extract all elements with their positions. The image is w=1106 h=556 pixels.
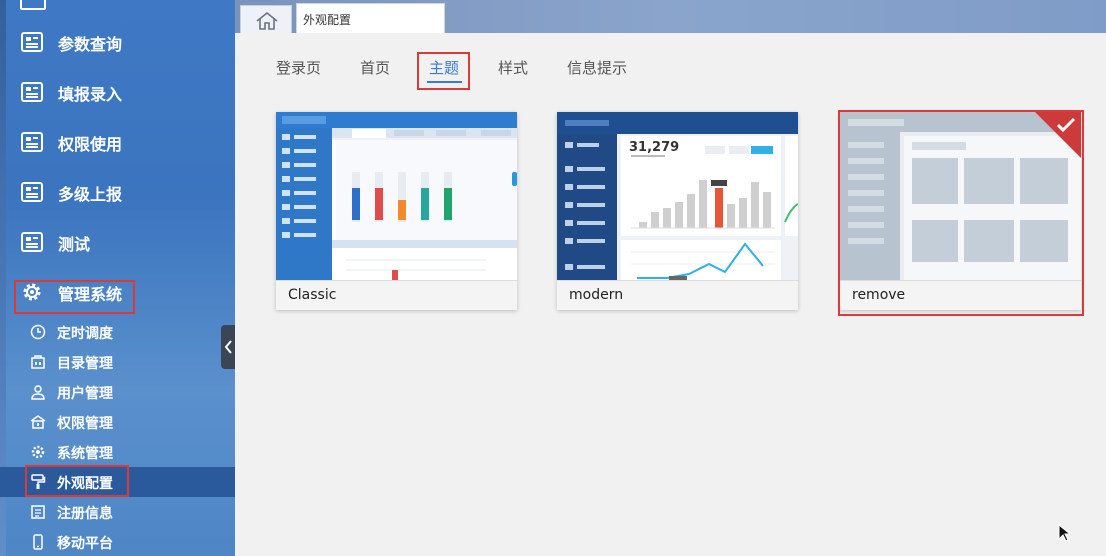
sidebar-subitem-permissions[interactable]: 权限管理 (0, 407, 235, 437)
tab-label: 外观配置 (303, 13, 352, 27)
building-icon (31, 355, 45, 369)
sidebar-collapse-button[interactable] (221, 325, 235, 369)
sidebar-subitem-label: 权限管理 (57, 416, 113, 432)
gear-icon (31, 445, 45, 459)
tab-home[interactable] (240, 5, 292, 33)
sidebar-item-label: 填报录入 (58, 85, 123, 104)
sidebar-subitem-label: 移动平台 (57, 536, 113, 552)
theme-thumbnail-classic (276, 112, 517, 280)
cursor-icon (1058, 524, 1070, 542)
user-icon (31, 385, 45, 400)
sidebar-item-param-query[interactable]: 参数查询 (0, 18, 235, 68)
chevron-left-icon (224, 340, 232, 354)
theme-name-bar: modern (557, 280, 798, 310)
sidebar-item-label: 多级上报 (58, 185, 123, 204)
newspaper-icon (21, 32, 43, 52)
sidebar-item-permission-use[interactable]: 权限使用 (0, 118, 235, 168)
newspaper-icon (21, 82, 43, 102)
sidebar-item-multi-report[interactable]: 多级上报 (0, 168, 235, 218)
theme-thumbnail-modern: 31,279 (557, 112, 798, 280)
highlight-box (417, 52, 470, 90)
sidebar-item-label: 权限使用 (58, 135, 123, 154)
sidebar-subitem-label: 系统管理 (57, 446, 113, 462)
newspaper-icon (21, 132, 43, 152)
theme-name: Classic (288, 287, 337, 303)
tab-appearance-config[interactable]: 外观配置 (296, 3, 445, 33)
sidebar-subitem-label: 用户管理 (57, 386, 113, 402)
mobile-icon (33, 534, 43, 550)
sidebar-subitem-mobile[interactable]: 移动平台 (0, 527, 235, 556)
sidebar-item-test[interactable]: 测试 (0, 218, 235, 268)
subtab-login-page[interactable]: 登录页 (276, 57, 321, 78)
sidebar-subitem-users[interactable]: 用户管理 (0, 377, 235, 407)
highlight-box (838, 110, 1084, 316)
sidebar-subitem-catalog[interactable]: 目录管理 (0, 347, 235, 377)
newspaper-icon (20, 0, 46, 10)
subtab-home-page[interactable]: 首页 (360, 57, 390, 78)
sidebar-subitem-label: 目录管理 (57, 356, 113, 372)
document-icon (31, 505, 45, 519)
sidebar-subitem-registration[interactable]: 注册信息 (0, 497, 235, 527)
newspaper-icon (21, 182, 43, 202)
sidebar-item-label: 参数查询 (58, 35, 123, 54)
theme-name: modern (569, 287, 624, 303)
sidebar: 参数查询 填报录入 权限使用 多级上报 测试 管理系统 定时调度 目录管理 用户… (0, 0, 235, 556)
home-icon (256, 11, 278, 30)
subtab-info-tips[interactable]: 信息提示 (567, 57, 627, 78)
sidebar-subitem-system[interactable]: 系统管理 (0, 437, 235, 467)
theme-name-bar: Classic (276, 280, 517, 310)
newspaper-icon (21, 232, 43, 252)
subtab-style[interactable]: 样式 (498, 57, 528, 78)
highlight-box (25, 465, 129, 497)
sidebar-subitem-schedule[interactable]: 定时调度 (0, 317, 235, 347)
lock-icon (30, 415, 46, 429)
highlight-box (14, 280, 135, 314)
sidebar-subitem-label: 注册信息 (57, 506, 113, 522)
sidebar-item-fill-entry[interactable]: 填报录入 (0, 68, 235, 118)
theme-card-classic[interactable]: Classic (276, 112, 517, 310)
theme-card-modern[interactable]: 31,279 modern (557, 112, 798, 310)
sidebar-subitem-label: 定时调度 (57, 326, 113, 342)
metric-value: 31,279 (629, 140, 680, 155)
clock-icon (30, 324, 46, 340)
sidebar-item-label: 测试 (58, 235, 91, 254)
